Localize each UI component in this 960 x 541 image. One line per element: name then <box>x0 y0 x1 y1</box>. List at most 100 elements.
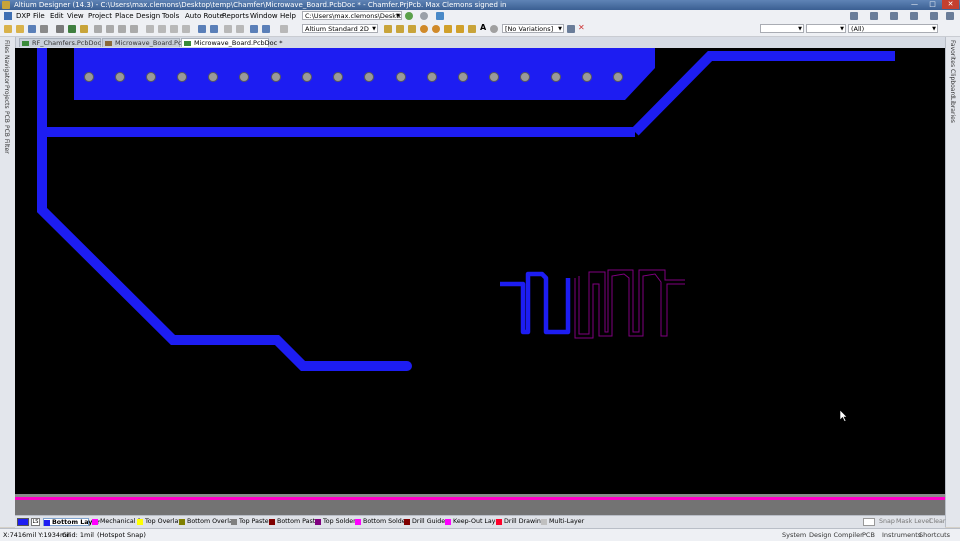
polygon-icon[interactable] <box>468 25 476 33</box>
pad-icon[interactable] <box>420 25 428 33</box>
panel-button-shortcuts[interactable]: Shortcuts <box>919 531 950 539</box>
menu-view[interactable]: View <box>67 12 84 20</box>
mask-level-button[interactable]: Mask Level <box>896 518 931 525</box>
panel-tab-projects[interactable]: Projects <box>3 85 10 109</box>
current-layer-swatch[interactable] <box>17 518 29 526</box>
zoom-fit-icon[interactable] <box>280 25 288 33</box>
tab-microwave-pcbdoc[interactable]: Microwave_Board.PcbDoc * <box>181 38 283 47</box>
via-icon[interactable] <box>432 25 440 33</box>
menu-reports[interactable]: Reports <box>222 12 249 20</box>
panel-tab-libraries[interactable]: Libraries <box>949 97 956 123</box>
layer-tab-keep-out[interactable]: Keep-Out Layer <box>445 518 502 526</box>
route-icon[interactable] <box>384 25 392 33</box>
move-icon[interactable] <box>158 25 166 33</box>
new-icon[interactable] <box>4 25 12 33</box>
menu-auto-route[interactable]: Auto Route <box>185 12 224 20</box>
layer-sets-icon[interactable]: LS <box>31 518 40 526</box>
select-icon[interactable] <box>146 25 154 33</box>
open-icon[interactable] <box>16 25 24 33</box>
layout-icon[interactable] <box>850 12 858 20</box>
rubber-stamp-icon[interactable] <box>130 25 138 33</box>
panel-tab-pcb-filter[interactable]: PCB Filter <box>3 125 10 154</box>
layer-tab-bottom-overlay[interactable]: Bottom Overlay <box>179 518 237 526</box>
layer-tab-bottom-solder[interactable]: Bottom Solder <box>355 518 408 526</box>
snap-toggle-icon[interactable] <box>863 518 875 526</box>
layer-tab-top-paste[interactable]: Top Paste <box>231 518 269 526</box>
browse-icon[interactable] <box>236 25 244 33</box>
cross-probe-icon[interactable] <box>224 25 232 33</box>
folder-icon[interactable] <box>80 25 88 33</box>
cut-icon[interactable] <box>94 25 102 33</box>
panel-button-design-compiler[interactable]: Design Compiler <box>809 531 863 539</box>
menu-help[interactable]: Help <box>280 12 296 20</box>
undo2-icon[interactable] <box>250 25 258 33</box>
undo-icon[interactable] <box>198 25 206 33</box>
filter-combo-all[interactable]: (All) ▼ <box>848 24 938 33</box>
close-icon[interactable]: ✕ <box>942 0 959 9</box>
window-icon[interactable] <box>910 12 918 20</box>
component-icon[interactable] <box>490 25 498 33</box>
menu-edit[interactable]: Edit <box>50 12 64 20</box>
view-icon[interactable] <box>890 12 898 20</box>
string-icon[interactable]: A <box>480 23 488 32</box>
layer-tab-bottom-paste[interactable]: Bottom Paste <box>269 518 319 526</box>
redo-icon[interactable] <box>210 25 218 33</box>
redo2-icon[interactable] <box>262 25 270 33</box>
menu-tools[interactable]: Tools <box>162 12 179 20</box>
panel-button-system[interactable]: System <box>782 531 806 539</box>
layer-tab-top-solder[interactable]: Top Solder <box>315 518 356 526</box>
panel-tab-files[interactable]: Files <box>3 40 10 53</box>
forward-icon[interactable] <box>420 12 428 20</box>
deselect-icon[interactable] <box>170 25 178 33</box>
layer-tab-drill-drawing[interactable]: Drill Drawing <box>496 518 545 526</box>
filter-combo-2[interactable]: ▼ <box>806 24 846 33</box>
dxp-icon[interactable] <box>4 12 12 20</box>
path-combo[interactable]: C:\Users\max.clemons\Desktop\te▼ <box>302 11 402 20</box>
save-icon[interactable] <box>28 25 36 33</box>
multi-route-icon[interactable] <box>408 25 416 33</box>
layer-tab-multi-layer[interactable]: Multi-Layer <box>541 518 584 526</box>
panel-button-pcb[interactable]: PCB <box>862 531 875 539</box>
clear-button[interactable]: Clear <box>929 518 945 525</box>
layer-tab-top-overlay[interactable]: Top Overlay <box>137 518 182 526</box>
menu-dxp[interactable]: DXP <box>16 12 30 20</box>
menu-file[interactable]: File <box>33 12 45 20</box>
menu-place[interactable]: Place <box>115 12 134 20</box>
panel-tab-favorites[interactable]: Favorites <box>949 40 956 67</box>
copy-icon[interactable] <box>106 25 114 33</box>
options-icon[interactable] <box>930 12 938 20</box>
variations-combo[interactable]: [No Variations] ▼ <box>502 24 564 33</box>
filter-combo-1[interactable]: ▼ <box>760 24 804 33</box>
menu-window[interactable]: Window <box>250 12 278 20</box>
panel-icon[interactable] <box>870 12 878 20</box>
home-icon[interactable] <box>436 12 444 20</box>
board-icon[interactable] <box>68 25 76 33</box>
zoom-icon[interactable] <box>56 25 64 33</box>
paste-icon[interactable] <box>118 25 126 33</box>
variant-manager-icon[interactable] <box>567 25 575 33</box>
arc-icon[interactable] <box>444 25 452 33</box>
clear-filter-icon[interactable]: ✕ <box>578 23 586 32</box>
tab-microwave-pcblib[interactable]: Microwave_Board.PcbLib <box>102 38 195 47</box>
interactive-route-icon[interactable] <box>396 25 404 33</box>
print-icon[interactable] <box>40 25 48 33</box>
maximize-icon[interactable]: □ <box>924 0 941 9</box>
layer-tab-bottom-layer[interactable]: Bottom Layer <box>43 518 100 526</box>
menu-design[interactable]: Design <box>136 12 160 20</box>
panel-tab-clipboard[interactable]: Clipboard <box>949 69 956 98</box>
menu-project[interactable]: Project <box>88 12 112 20</box>
clear-icon[interactable] <box>182 25 190 33</box>
layer-tab-drill-guide[interactable]: Drill Guide <box>404 518 445 526</box>
panel-tab-pcb[interactable]: PCB <box>3 111 10 123</box>
layer-tab-mechanical-1[interactable]: Mechanical 1 <box>92 518 141 526</box>
help-icon[interactable] <box>946 12 954 20</box>
panel-button-instruments[interactable]: Instruments <box>882 531 921 539</box>
snap-button[interactable]: Snap <box>879 518 895 525</box>
minimize-icon[interactable]: — <box>906 0 923 9</box>
panel-tab-navigator[interactable]: Navigator <box>3 55 10 84</box>
view-config-combo[interactable]: Altium Standard 2D ▼ <box>302 24 378 33</box>
fill-icon[interactable] <box>456 25 464 33</box>
tab-rf-chamfers[interactable]: RF_Chamfers.PcbDoc * <box>19 38 106 47</box>
back-icon[interactable] <box>405 12 413 20</box>
pcb-canvas[interactable] <box>15 48 945 494</box>
